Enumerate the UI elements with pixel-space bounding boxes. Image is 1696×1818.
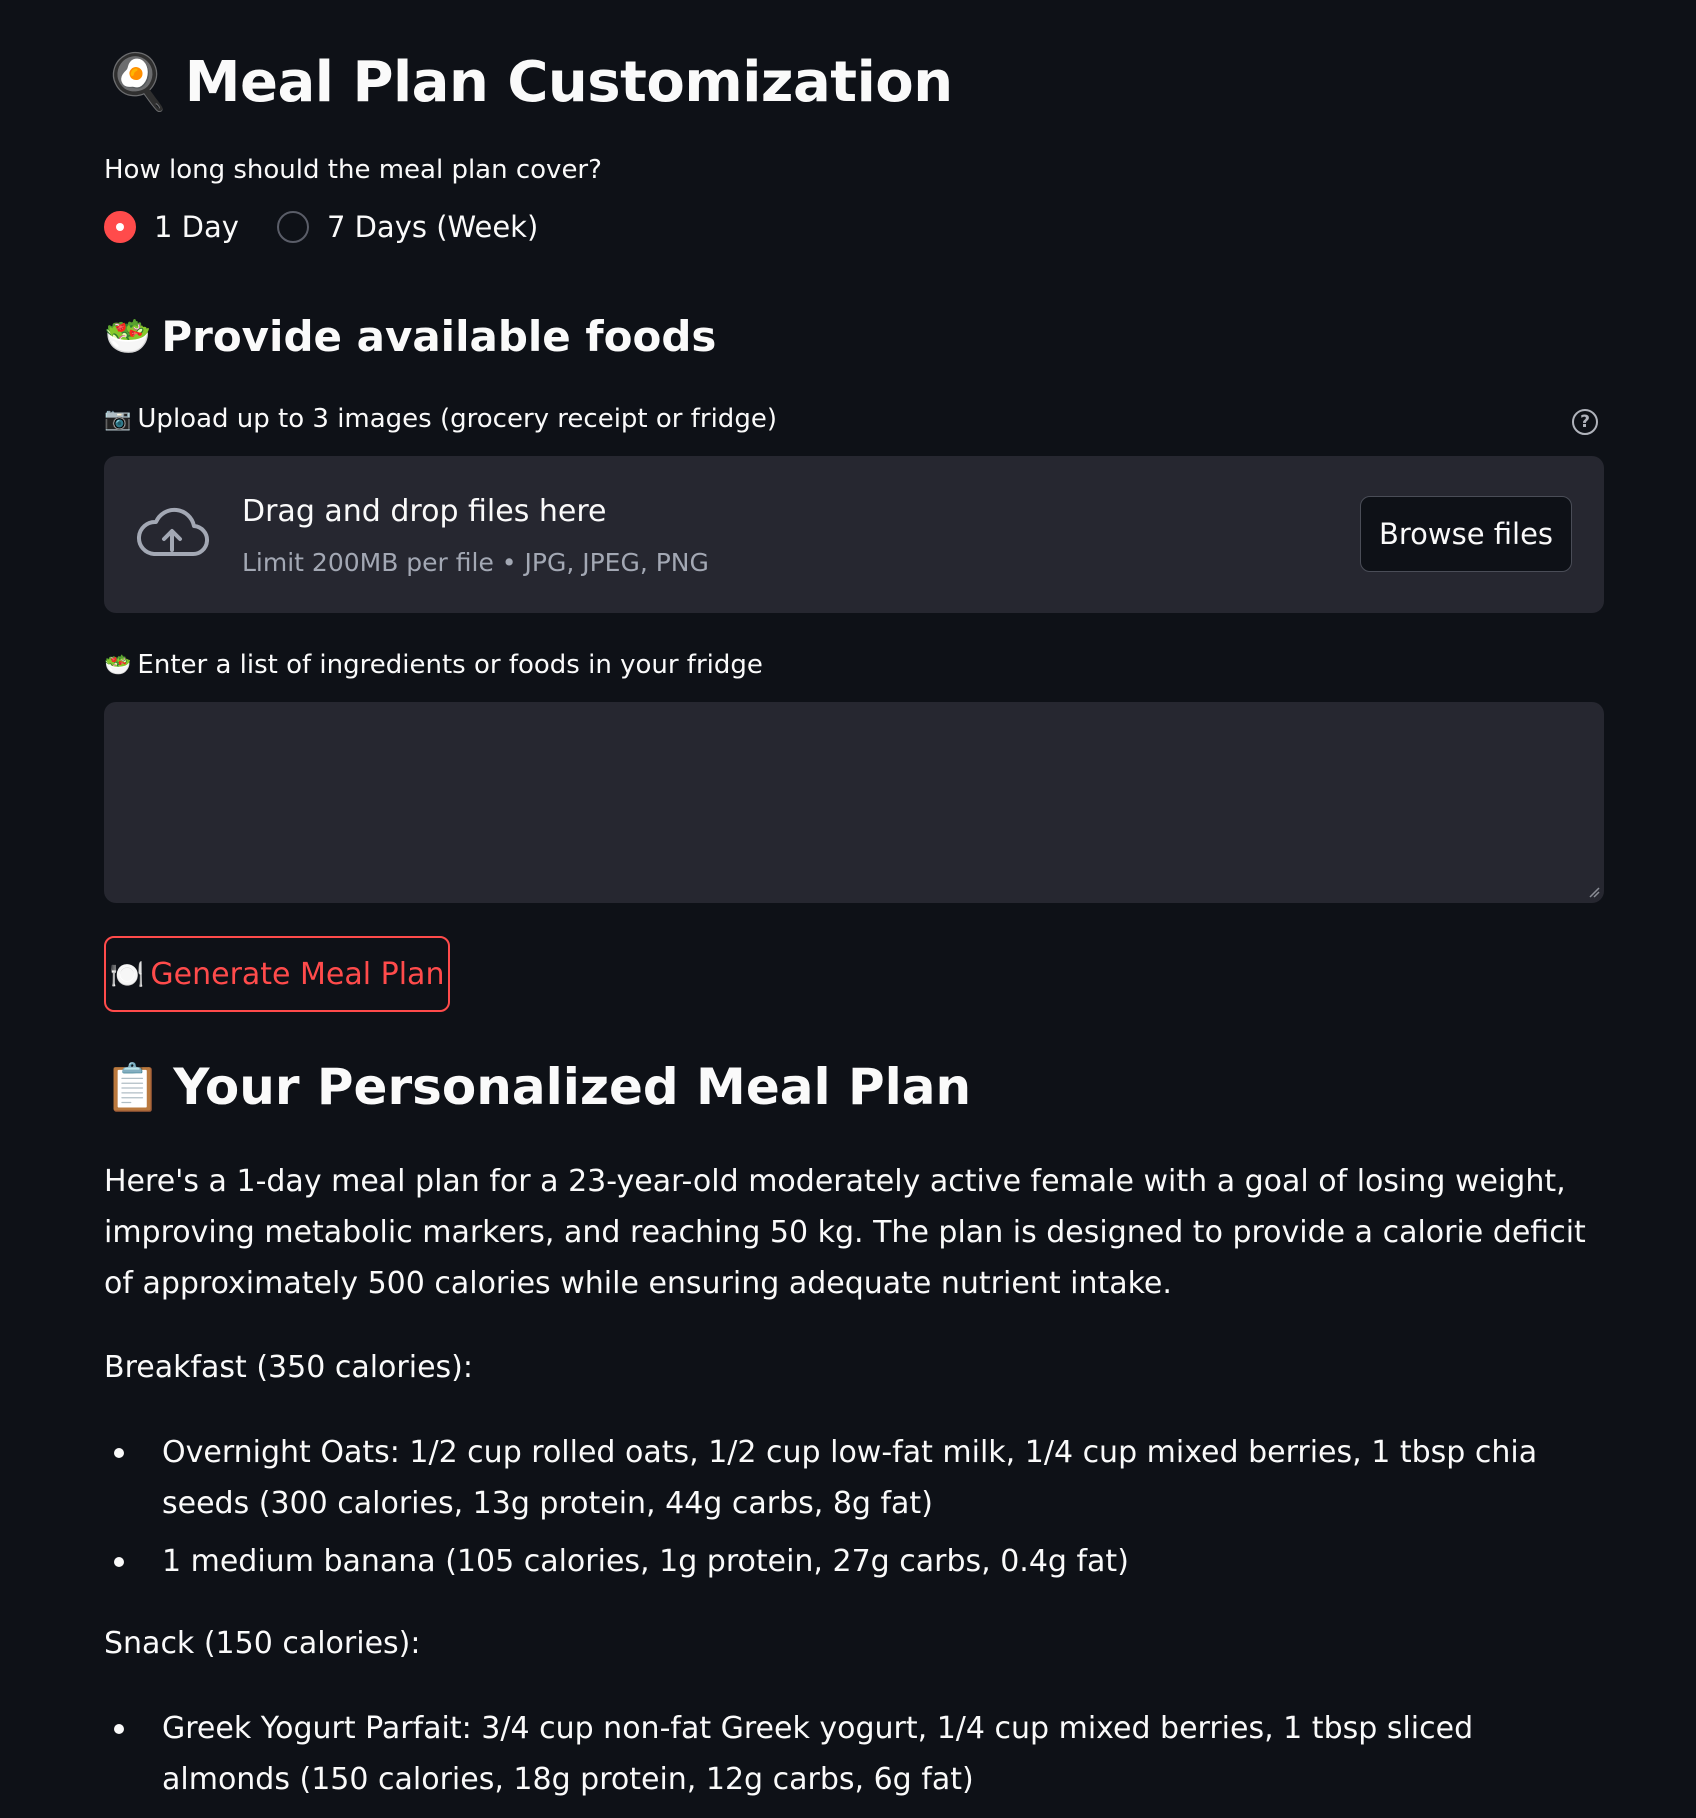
file-dropzone[interactable]: Drag and drop files here Limit 200MB per… xyxy=(104,456,1604,613)
snack-list: Greek Yogurt Parfait: 3/4 cup non-fat Gr… xyxy=(104,1703,1604,1812)
clipboard-icon: 📋 xyxy=(104,1059,162,1114)
breakfast-title: Breakfast (350 calories): xyxy=(104,1350,473,1385)
ingredients-label-text: Enter a list of ingredients or foods in … xyxy=(137,650,763,680)
generate-meal-plan-button[interactable]: 🍽️ Generate Meal Plan xyxy=(104,936,450,1012)
duration-label: How long should the meal plan cover? xyxy=(104,155,602,185)
breakfast-list: Overnight Oats: 1/2 cup rolled oats, 1/2… xyxy=(104,1427,1604,1594)
camera-icon: 📷 xyxy=(104,406,132,432)
generate-button-label: Generate Meal Plan xyxy=(150,956,445,992)
upload-label-text: Upload up to 3 images (grocery receipt o… xyxy=(137,404,777,434)
radio-checked-icon[interactable] xyxy=(104,211,136,243)
page-title: 🍳 Meal Plan Customization xyxy=(104,42,953,122)
radio-unchecked-icon[interactable] xyxy=(276,211,309,243)
dropzone-title: Drag and drop files here xyxy=(242,494,607,529)
foods-section-heading: 🥗 Provide available foods xyxy=(104,312,716,361)
ingredients-label: 🥗 Enter a list of ingredients or foods i… xyxy=(104,650,763,680)
frying-pan-icon: 🍳 xyxy=(104,50,171,113)
ingredients-textarea[interactable] xyxy=(104,702,1604,903)
meal-plan-heading-text: Your Personalized Meal Plan xyxy=(173,1058,972,1116)
salad-icon: 🥗 xyxy=(104,652,132,678)
meal-plan-heading: 📋 Your Personalized Meal Plan xyxy=(104,1058,971,1116)
help-icon[interactable]: ? xyxy=(1572,409,1598,435)
dropzone-limits: Limit 200MB per file • JPG, JPEG, PNG xyxy=(242,548,709,577)
upload-label: 📷 Upload up to 3 images (grocery receipt… xyxy=(104,404,777,434)
browse-files-button[interactable]: Browse files xyxy=(1360,496,1572,572)
page-title-text: Meal Plan Customization xyxy=(184,49,953,115)
cloud-upload-icon xyxy=(137,507,210,557)
list-item: Greek Yogurt Parfait: 3/4 cup non-fat Gr… xyxy=(104,1703,1604,1805)
plate-cutlery-icon: 🍽️ xyxy=(109,957,145,991)
list-item: 1 medium banana (105 calories, 1g protei… xyxy=(104,1536,1604,1587)
salad-icon: 🥗 xyxy=(104,314,152,358)
radio-option-1-day[interactable]: 1 Day xyxy=(104,210,239,244)
snack-title: Snack (150 calories): xyxy=(104,1626,421,1661)
meal-plan-intro: Here's a 1-day meal plan for a 23-year-o… xyxy=(104,1164,1586,1301)
radio-option-7-days[interactable]: 7 Days (Week) xyxy=(276,210,538,244)
resize-handle-icon[interactable] xyxy=(1588,886,1600,898)
radio-option-label[interactable]: 7 Days (Week) xyxy=(327,210,538,244)
list-item: Overnight Oats: 1/2 cup rolled oats, 1/2… xyxy=(104,1427,1604,1529)
radio-option-label[interactable]: 1 Day xyxy=(154,210,239,244)
duration-radio-group: 1 Day 7 Days (Week) xyxy=(104,210,576,244)
foods-section-heading-text: Provide available foods xyxy=(161,312,717,361)
app-page: 🍳 Meal Plan Customization How long shoul… xyxy=(0,0,1696,1818)
